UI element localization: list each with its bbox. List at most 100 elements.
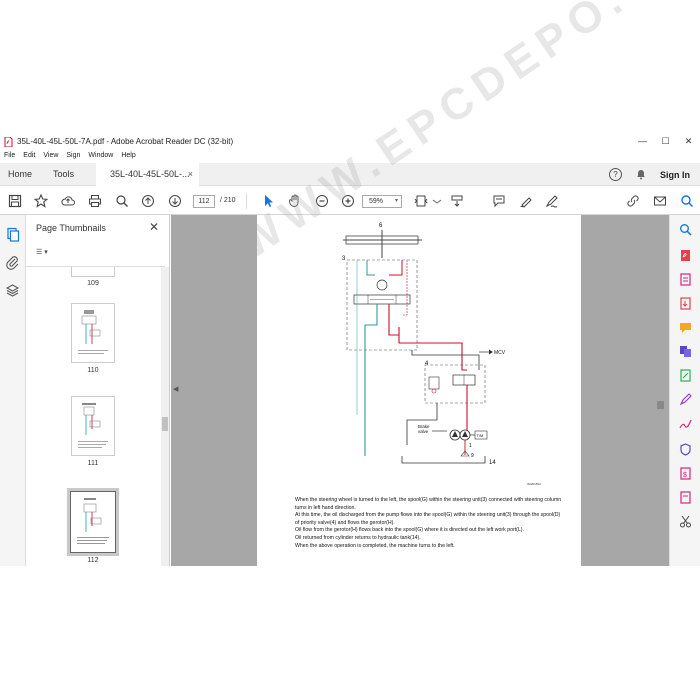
scrollbar-thumb[interactable] [162, 417, 168, 431]
toolbar-divider [246, 193, 247, 209]
tab-close-icon[interactable]: × [188, 163, 193, 186]
bookmark-star-icon[interactable] [33, 193, 49, 208]
attachment-paperclip-icon[interactable] [5, 255, 20, 270]
label-6: 6 [379, 223, 383, 229]
send-for-signature-icon[interactable] [679, 417, 692, 430]
zoom-search-icon[interactable] [115, 194, 129, 208]
page-thumbnails-panel: Page Thumbnails ✕ ☰ ▾ 109 110 111 112 [26, 215, 170, 566]
notifications-bell-icon[interactable] [636, 169, 646, 180]
caption-paragraph: At this time, the oil discharged from th… [295, 512, 561, 526]
thumbnails-title: Page Thumbnails [36, 223, 106, 233]
scissors-icon[interactable] [679, 515, 692, 528]
tab-tools[interactable]: Tools [53, 163, 74, 186]
caption-paragraph: Oil flow from the gerotor(H) flows back … [295, 527, 524, 534]
menu-view[interactable]: View [39, 150, 62, 163]
page-caption-text: When the steering wheel is turned to the… [295, 497, 563, 550]
minimize-button[interactable]: — [631, 133, 654, 150]
sign-pen-icon[interactable] [545, 194, 559, 208]
label-tm: T/M [477, 433, 484, 438]
menu-edit[interactable]: Edit [19, 150, 39, 163]
thumbnails-scrollbar[interactable] [161, 267, 169, 566]
thumbnail-options-menu[interactable]: ☰ ▾ [36, 248, 62, 260]
maximize-button[interactable]: ☐ [654, 133, 677, 150]
acrobat-pdf-icon [4, 136, 13, 147]
collapse-left-panel-icon[interactable]: ◀ [173, 385, 178, 393]
menu-help[interactable]: Help [117, 150, 139, 163]
protect-shield-icon[interactable] [679, 443, 692, 456]
upload-cloud-icon[interactable] [61, 194, 75, 208]
acrobat-window: 35L-40L-45L-50L-7A.pdf - Adobe Acrobat R… [0, 0, 700, 566]
fill-and-sign-icon[interactable] [679, 393, 692, 406]
search-tool-icon[interactable] [679, 223, 692, 236]
thumbnail-page-112[interactable] [67, 488, 119, 556]
thumbnail-preview [78, 403, 108, 448]
search-text-icon[interactable] [680, 194, 694, 208]
menu-file[interactable]: File [0, 150, 19, 163]
tab-document-label: 35L-40L-45L-50L-... [110, 169, 190, 179]
organize-pages-icon[interactable] [679, 273, 692, 286]
edit-pdf-icon[interactable] [679, 369, 692, 382]
highlight-pen-icon[interactable] [519, 194, 533, 208]
menu-bar: File Edit View Sign Window Help [0, 150, 140, 163]
left-navigation-rail [0, 215, 26, 566]
sign-in-button[interactable]: Sign In [660, 170, 690, 180]
thumbnail-label: 110 [87, 367, 99, 374]
email-icon[interactable] [653, 194, 667, 208]
figure-code: 3D201504 [527, 482, 541, 486]
label-3: 3 [342, 256, 346, 262]
page-thumbnails-icon[interactable] [5, 227, 20, 242]
right-tools-rail: $ [669, 215, 700, 566]
label-9: 9 [471, 453, 474, 459]
menu-sign[interactable]: Sign [62, 150, 84, 163]
thumbnail-label: 109 [87, 280, 99, 287]
help-icon[interactable]: ? [609, 168, 622, 181]
zoom-level-value: 59% [369, 198, 384, 205]
close-panel-icon[interactable]: ✕ [149, 220, 159, 234]
chevron-down-icon: ▾ [394, 198, 398, 204]
print-icon[interactable] [88, 194, 102, 208]
fit-page-icon[interactable] [414, 194, 428, 208]
layers-icon[interactable] [5, 283, 20, 298]
page-number-input[interactable]: 112 [193, 195, 215, 208]
save-icon[interactable] [8, 194, 22, 208]
document-view: ◀ 6 3 MCV 4 Brake valve T/M 1 9 14 3D201… [171, 215, 669, 566]
more-tools-icon[interactable] [679, 491, 692, 504]
caption-paragraph: When the steering wheel is turned to the… [295, 497, 562, 511]
scrollbar-thumb[interactable] [657, 401, 664, 409]
export-pdf-icon[interactable] [679, 297, 692, 310]
combine-files-icon[interactable] [679, 345, 692, 358]
scroll-mode-icon[interactable] [450, 194, 464, 208]
previous-page-icon[interactable] [141, 194, 155, 208]
thumbnail-label: 112 [87, 557, 99, 564]
fit-options-chevron-icon[interactable] [430, 194, 444, 208]
thumbnail-page-110[interactable] [71, 303, 115, 363]
close-window-button[interactable]: ✕ [677, 133, 700, 150]
next-page-icon[interactable] [168, 194, 182, 208]
tab-home[interactable]: Home [8, 163, 32, 186]
document-scrollbar[interactable] [653, 215, 669, 566]
label-4: 4 [425, 361, 429, 367]
label-brake-valve: Brake valve [418, 424, 430, 434]
comment-icon[interactable] [492, 194, 506, 208]
menu-window[interactable]: Window [84, 150, 117, 163]
pdf-page: 6 3 MCV 4 Brake valve T/M 1 9 14 3D20150… [257, 215, 581, 566]
create-pdf-icon[interactable] [679, 249, 692, 262]
label-1: 1 [469, 443, 472, 449]
thumbnail-preview [78, 310, 108, 354]
caption-paragraph: Oil returned from cylinder returns to hy… [295, 534, 421, 541]
thumbnail-page-111[interactable] [71, 396, 115, 456]
share-link-icon[interactable] [626, 194, 640, 208]
page-total: / 210 [220, 197, 236, 204]
window-title: 35L-40L-45L-50L-7A.pdf - Adobe Acrobat R… [17, 137, 234, 146]
thumbnail-page-109[interactable] [71, 267, 115, 277]
svg-text:$: $ [683, 472, 687, 479]
zoom-level-select[interactable]: 59% ▾ [362, 195, 402, 208]
comment-tool-icon[interactable] [679, 321, 692, 334]
tab-document[interactable]: 35L-40L-45L-50L-... × [96, 163, 199, 187]
caption-paragraph: When the above operation is completed, t… [295, 542, 455, 549]
prepare-form-icon[interactable]: $ [679, 467, 692, 480]
thumbnail-preview [71, 492, 115, 552]
thumbnail-label: 111 [87, 460, 99, 467]
label-mcv: MCV [494, 350, 506, 356]
label-14: 14 [489, 460, 496, 466]
